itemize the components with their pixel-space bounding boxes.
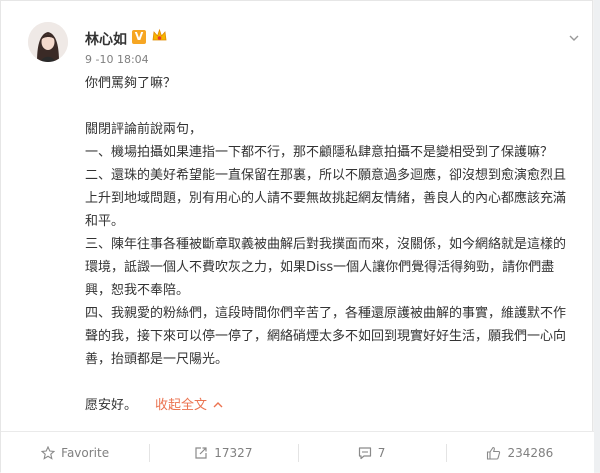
page-background-strip [594, 0, 600, 472]
chevron-down-icon[interactable] [569, 34, 579, 42]
repost-button[interactable]: 17327 [149, 432, 297, 473]
thumbs-up-icon [487, 446, 501, 460]
favorite-button[interactable]: Favorite [1, 432, 149, 473]
collapse-link[interactable]: 收起全文 [155, 398, 223, 413]
username[interactable]: 林心如 [85, 29, 127, 49]
post-content: 你們罵夠了嘛？ 關閉評論前說兩句， 一、機場拍攝如果連指一下都不行，那不顧隱私肆… [85, 72, 573, 417]
collapse-label: 收起全文 [155, 398, 208, 413]
comment-button[interactable]: 7 [297, 432, 446, 473]
post-line: 愿安好。 [85, 398, 138, 413]
post-closing-line: 愿安好。 收起全文 [85, 394, 573, 417]
post-timestamp[interactable]: 9 -10 18:04 [85, 53, 149, 66]
avatar[interactable] [28, 22, 68, 62]
post-line: 四、我親愛的粉絲們，這段時間你們辛苦了，各種還原護被曲解的事實，維護默不作聲的我… [85, 306, 567, 367]
post-line: 一、機場拍攝如果連指一下都不行，那不顧隱私肆意拍攝不是變相受到了保護嘛？ [85, 145, 554, 160]
chevron-up-icon [213, 402, 223, 408]
like-count: 234286 [507, 445, 554, 460]
action-bar: Favorite 17327 7 234286 [1, 431, 594, 473]
star-icon [41, 445, 56, 460]
post-line: 你們罵夠了嘛？ [85, 76, 177, 91]
post-line: 關閉評論前說兩句， [85, 122, 203, 137]
favorite-label: Favorite [61, 445, 110, 460]
post-line: 三、陳年往事各種被斷章取義被曲解后對我撲面而來，沒關係，如今網絡就是這樣的環境，… [85, 237, 567, 298]
avatar-image [28, 22, 68, 62]
repost-icon [195, 446, 207, 459]
repost-count: 17327 [214, 445, 253, 460]
post-line: 二、還珠的美好希望能一直保留在那裏，所以不願意過多迴應，卻沒想到愈演愈烈且上升到… [85, 168, 567, 229]
vip-crown-icon[interactable] [151, 28, 168, 44]
like-button[interactable]: 234286 [445, 432, 594, 473]
verified-badge-icon: V [132, 30, 146, 44]
weibo-post-card: 林心如 V 9 -10 18:04 你們罵夠了嘛？ 關閉評論前說兩句， 一、機場… [0, 0, 594, 473]
comment-count: 7 [377, 445, 386, 460]
comment-icon [358, 446, 371, 459]
